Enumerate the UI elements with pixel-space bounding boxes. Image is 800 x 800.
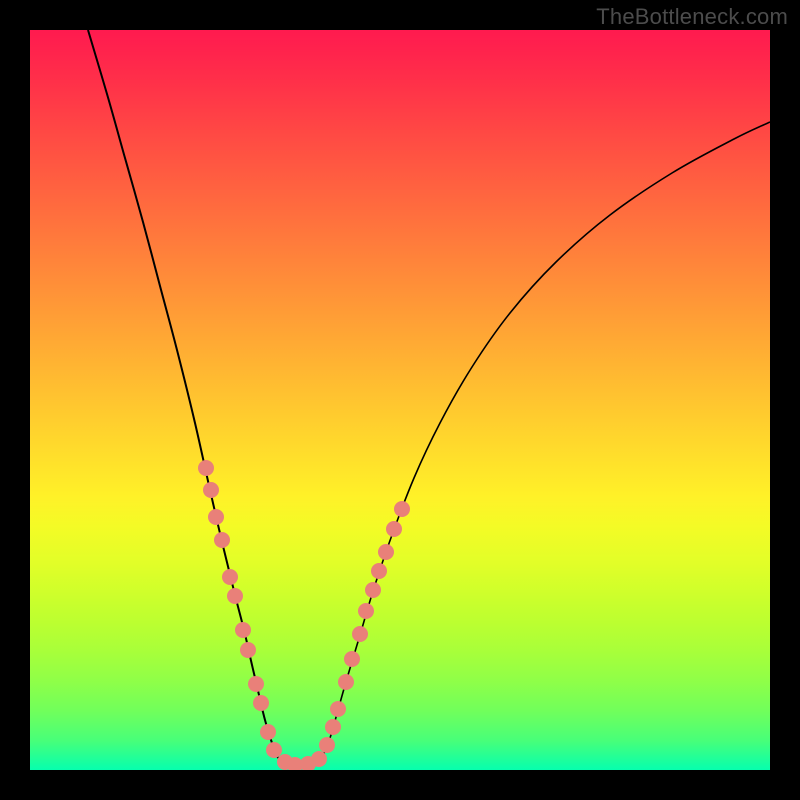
data-point [330,701,346,717]
data-point [214,532,230,548]
data-point [260,724,276,740]
data-point [198,460,214,476]
data-point [338,674,354,690]
data-point [208,509,224,525]
plot-area [30,30,770,770]
data-point [222,569,238,585]
data-point [378,544,394,560]
data-point [311,751,327,767]
data-point [344,651,360,667]
data-point [371,563,387,579]
chart-frame: TheBottleneck.com [0,0,800,800]
data-point [365,582,381,598]
data-point [235,622,251,638]
watermark: TheBottleneck.com [596,4,788,30]
data-point [352,626,368,642]
data-point [227,588,243,604]
curve-layer [30,30,770,770]
data-point [266,742,282,758]
data-point [386,521,402,537]
data-point [319,737,335,753]
data-point [358,603,374,619]
data-point [394,501,410,517]
data-point [248,676,264,692]
data-point [253,695,269,711]
data-point [240,642,256,658]
dots-right [300,501,410,770]
curve-right [322,122,770,758]
data-point [203,482,219,498]
data-point [325,719,341,735]
